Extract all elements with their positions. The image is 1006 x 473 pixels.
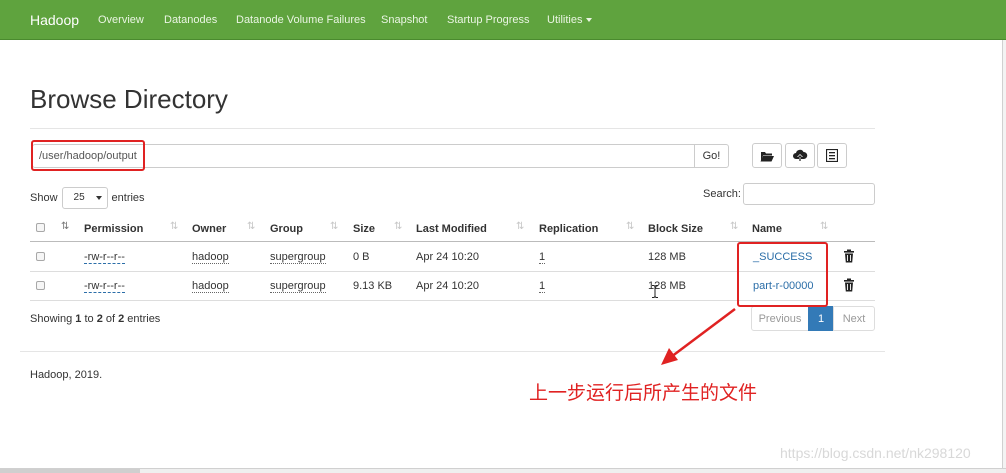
info-mid2: of: [102, 313, 119, 325]
table-info: Showing 1 to 2 of 2 entries: [30, 313, 160, 325]
size-cell: 0 B: [353, 251, 370, 263]
horizontal-scrollbar[interactable]: [0, 468, 1006, 473]
nav-startup-progress[interactable]: Startup Progress: [447, 14, 530, 26]
sort-icon[interactable]: ⇅: [820, 221, 829, 232]
page-length-value: 25: [73, 192, 85, 203]
cut-paste-button[interactable]: [817, 143, 847, 168]
page-1-button[interactable]: 1: [808, 306, 834, 331]
show-label: Show: [30, 192, 58, 204]
nav-utilities-label: Utilities: [547, 14, 583, 26]
nav-snapshot[interactable]: Snapshot: [381, 14, 427, 26]
group-cell[interactable]: supergroup: [270, 280, 326, 293]
divider: [30, 128, 875, 129]
annotation-text: 上一步运行后所产生的文件: [529, 382, 758, 404]
column-header-size[interactable]: Size: [353, 223, 375, 235]
create-directory-button[interactable]: [752, 143, 782, 168]
sort-icon[interactable]: ⇅: [330, 221, 339, 232]
footer-text: Hadoop, 2019.: [30, 369, 103, 381]
sort-icon[interactable]: ⇅: [394, 221, 403, 232]
sort-icon[interactable]: ⇅: [516, 221, 525, 232]
permission-cell[interactable]: -rw-r--r--: [84, 251, 125, 264]
brand-link[interactable]: Hadoop: [30, 12, 79, 28]
modified-cell: Apr 24 10:20: [416, 251, 479, 263]
info-mid1: to: [81, 313, 97, 325]
row-checkbox[interactable]: [36, 252, 45, 261]
cloud-upload-icon: [793, 149, 808, 161]
nav-datanodes[interactable]: Datanodes: [164, 14, 217, 26]
scrollbar-thumb[interactable]: [0, 469, 140, 473]
footer-divider: [20, 351, 885, 352]
row-checkbox[interactable]: [36, 281, 45, 290]
next-page-button[interactable]: Next: [833, 306, 875, 331]
column-header-replication[interactable]: Replication: [539, 223, 598, 235]
previous-page-button[interactable]: Previous: [751, 306, 809, 331]
column-header-name[interactable]: Name: [752, 223, 782, 235]
upload-files-button[interactable]: [785, 143, 815, 168]
text-cursor-icon: [652, 285, 658, 298]
top-navbar: Hadoop Overview Datanodes Datanode Volum…: [0, 0, 1006, 40]
page-length-control: Show 25 entries: [30, 187, 145, 209]
column-header-permission[interactable]: Permission: [84, 223, 143, 235]
owner-cell[interactable]: hadoop: [192, 251, 229, 264]
sort-icon[interactable]: ⇅: [170, 221, 179, 232]
sort-icon[interactable]: ⇅: [61, 221, 70, 232]
search-input[interactable]: [743, 183, 875, 205]
info-suffix: entries: [124, 313, 161, 325]
column-header-owner[interactable]: Owner: [192, 223, 226, 235]
watermark-text: https://blog.csdn.net/nk298120: [780, 445, 971, 461]
chevron-down-icon: [95, 196, 102, 200]
column-header-last-modified[interactable]: Last Modified: [416, 223, 487, 235]
column-header-block-size[interactable]: Block Size: [648, 223, 703, 235]
replication-cell[interactable]: 1: [539, 251, 546, 264]
entries-label: entries: [111, 192, 145, 204]
search-label: Search:: [703, 188, 741, 200]
trash-icon[interactable]: [842, 249, 856, 263]
page-title: Browse Directory: [30, 84, 228, 114]
page-length-select[interactable]: 25: [61, 187, 108, 209]
nav-overview[interactable]: Overview: [98, 14, 144, 26]
caret-down-icon: [586, 18, 593, 23]
select-all-checkbox[interactable]: [36, 223, 45, 232]
owner-cell[interactable]: hadoop: [192, 280, 229, 293]
sort-icon[interactable]: ⇅: [626, 221, 635, 232]
trash-icon[interactable]: [842, 278, 856, 292]
folder-open-icon: [760, 151, 774, 161]
sort-icon[interactable]: ⇅: [730, 221, 739, 232]
path-highlight-box: [31, 140, 145, 171]
sort-icon[interactable]: ⇅: [247, 221, 256, 232]
block-size-cell: 128 MB: [648, 251, 686, 263]
replication-cell[interactable]: 1: [539, 280, 546, 293]
annotation-arrow-icon: [661, 308, 736, 365]
nav-datanode-volume-failures[interactable]: Datanode Volume Failures: [236, 14, 366, 26]
size-cell: 9.13 KB: [353, 280, 393, 292]
column-header-group[interactable]: Group: [270, 223, 303, 235]
nav-utilities-dropdown[interactable]: Utilities: [547, 14, 593, 26]
list-icon: [826, 149, 838, 162]
window-edge: [1002, 40, 1006, 473]
go-button[interactable]: Go!: [694, 144, 729, 168]
group-cell[interactable]: supergroup: [270, 251, 326, 264]
modified-cell: Apr 24 10:20: [416, 280, 479, 292]
info-prefix: Showing: [30, 313, 76, 325]
files-highlight-box: [737, 242, 828, 307]
permission-cell[interactable]: -rw-r--r--: [84, 280, 125, 293]
